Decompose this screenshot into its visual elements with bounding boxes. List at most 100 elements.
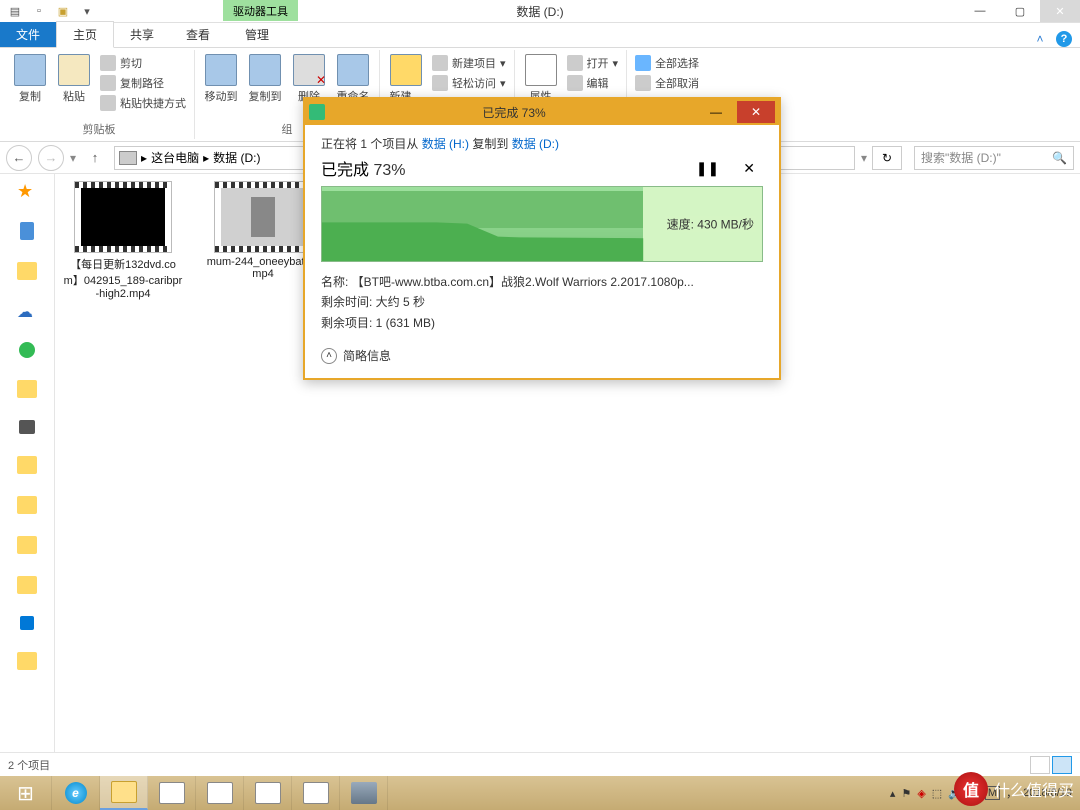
search-icon: 🔍 [1052, 151, 1067, 165]
refresh-button[interactable]: ↻ [872, 146, 902, 170]
easy-access-icon [432, 75, 448, 91]
window-minimize-button[interactable]: — [960, 0, 1000, 22]
select-all-icon [635, 55, 651, 71]
watermark: 值 什么值得买 [954, 772, 1074, 806]
tray-shield-icon[interactable]: ◈ [917, 787, 925, 800]
select-none-icon [635, 75, 651, 91]
qat-folder-icon[interactable]: ▣ [52, 2, 74, 20]
view-icons-button[interactable] [1052, 756, 1072, 774]
tab-file[interactable]: 文件 [0, 22, 56, 47]
taskbar-app-button[interactable] [196, 776, 244, 810]
ribbon-collapse-icon[interactable]: ˄ [1032, 31, 1048, 47]
new-item-button[interactable]: 新建项目 ▾ [430, 54, 508, 72]
this-pc-icon[interactable] [19, 420, 35, 434]
window-title: 数据 (D:) [516, 3, 563, 20]
paste-button[interactable]: 粘贴 [54, 50, 94, 119]
favorites-icon[interactable]: ★ [17, 182, 37, 200]
tray-network-icon[interactable]: ⬚ [932, 787, 942, 800]
open-icon [567, 55, 583, 71]
tab-home[interactable]: 主页 [56, 21, 114, 48]
scissors-icon [100, 55, 116, 71]
copy-path-button[interactable]: 复制路径 [98, 74, 188, 92]
group-organize-label: 组 [282, 119, 293, 139]
select-all-button[interactable]: 全部选择 [633, 54, 701, 72]
nav-up-button[interactable]: ↑ [82, 145, 108, 171]
taskbar-app-button[interactable] [148, 776, 196, 810]
chevron-up-icon: ˄ [321, 348, 337, 364]
copy-progress-dialog: 已完成 73% — ✕ 正在将 1 个项目从 数据 (H:) 复制到 数据 (D… [303, 97, 781, 380]
select-none-button[interactable]: 全部取消 [633, 74, 701, 92]
copy-button[interactable]: 复制 [10, 50, 50, 119]
copy-source-dest-text: 正在将 1 个项目从 数据 (H:) 复制到 数据 (D:) [321, 135, 763, 152]
nav-forward-button[interactable]: → [38, 145, 64, 171]
cut-button[interactable]: 剪切 [98, 54, 188, 72]
taskbar-app-button[interactable] [340, 776, 388, 810]
open-button[interactable]: 打开 ▾ [565, 54, 621, 72]
video-thumbnail-icon [75, 182, 171, 252]
view-details-button[interactable] [1030, 756, 1050, 774]
sidebar-item-icon[interactable] [20, 222, 34, 240]
file-item[interactable]: 【每日更新132dvd.com】042915_189-caribpr-high2… [63, 182, 183, 744]
sidebar-folder-icon[interactable] [17, 380, 37, 398]
nav-back-button[interactable]: ← [6, 145, 32, 171]
new-item-icon [432, 55, 448, 71]
sidebar-folder-icon[interactable] [17, 576, 37, 594]
edit-button[interactable]: 编辑 [565, 74, 621, 92]
window-close-button[interactable]: ✕ [1040, 0, 1080, 22]
nav-pane[interactable]: ★ ☁ [0, 174, 55, 752]
edit-icon [567, 75, 583, 91]
taskbar: ⊞ ▴ ⚑ ◈ ⬚ 🔊 中 M ， 2018/8/19 [0, 776, 1080, 810]
path-icon [100, 75, 116, 91]
start-button[interactable]: ⊞ [0, 776, 52, 810]
video-thumbnail-icon [215, 182, 311, 252]
tab-share[interactable]: 共享 [114, 22, 170, 47]
speed-label: 速度: 430 MB/秒 [665, 216, 756, 233]
easy-access-button[interactable]: 轻松访问 ▾ [430, 74, 508, 92]
tab-manage[interactable]: 管理 [229, 22, 285, 47]
sidebar-folder-icon[interactable] [17, 652, 37, 670]
sidebar-folder-icon[interactable] [17, 262, 37, 280]
window-maximize-button[interactable]: ▢ [1000, 0, 1040, 22]
remaining-time: 剩余时间: 大约 5 秒 [321, 292, 763, 312]
pause-button[interactable]: ❚❚ [696, 160, 719, 177]
qat-dropdown-icon[interactable]: ▾ [76, 2, 98, 20]
dialog-close-button[interactable]: ✕ [737, 101, 775, 123]
taskbar-explorer-button[interactable] [100, 776, 148, 810]
homegroup-icon[interactable] [19, 342, 35, 358]
group-clipboard-label: 剪贴板 [83, 119, 116, 139]
breadcrumb-this-pc[interactable]: 这台电脑 [151, 149, 199, 166]
fewer-details-button[interactable]: ˄ 简略信息 [321, 347, 763, 364]
dest-link[interactable]: 数据 (D:) [512, 137, 559, 151]
nav-history-dropdown[interactable]: ▾ [70, 151, 76, 165]
qat-icon[interactable]: ▤ [4, 2, 26, 20]
taskbar-app-button[interactable] [292, 776, 340, 810]
breadcrumb-drive[interactable]: 数据 (D:) [213, 149, 260, 166]
search-input[interactable]: 搜索"数据 (D:)" 🔍 [914, 146, 1074, 170]
sidebar-folder-icon[interactable] [17, 536, 37, 554]
context-tab-drive-tools: 驱动器工具 [223, 0, 298, 21]
qat-new-icon[interactable]: ▫ [28, 2, 50, 20]
copy-to-button[interactable]: 复制到 [245, 50, 285, 119]
tray-flag-icon[interactable]: ⚑ [901, 787, 911, 800]
sidebar-tiles-icon[interactable] [20, 616, 34, 630]
tray-up-icon[interactable]: ▴ [890, 787, 896, 800]
dialog-title: 已完成 73% [331, 104, 697, 121]
help-icon[interactable]: ? [1056, 31, 1072, 47]
copy-item-name: 名称: 【BT吧-www.btba.com.cn】战狼2.Wolf Warrio… [321, 272, 763, 292]
drive-icon [119, 151, 137, 165]
shortcut-icon [100, 95, 116, 111]
taskbar-ie-button[interactable] [52, 776, 100, 810]
taskbar-app-button[interactable] [244, 776, 292, 810]
file-name: 【每日更新132dvd.com】042915_189-caribpr-high2… [63, 256, 183, 300]
status-item-count: 2 个项目 [8, 757, 50, 773]
cancel-button[interactable]: ✕ [743, 160, 755, 177]
move-to-button[interactable]: 移动到 [201, 50, 241, 119]
sidebar-folder-icon[interactable] [17, 496, 37, 514]
sidebar-folder-icon[interactable] [17, 456, 37, 474]
tab-view[interactable]: 查看 [170, 22, 226, 47]
source-link[interactable]: 数据 (H:) [422, 137, 469, 151]
onedrive-icon[interactable]: ☁ [17, 302, 37, 320]
dialog-minimize-button[interactable]: — [697, 101, 735, 123]
paste-shortcut-button[interactable]: 粘贴快捷方式 [98, 94, 188, 112]
progress-label: 已完成 73% [321, 156, 406, 180]
